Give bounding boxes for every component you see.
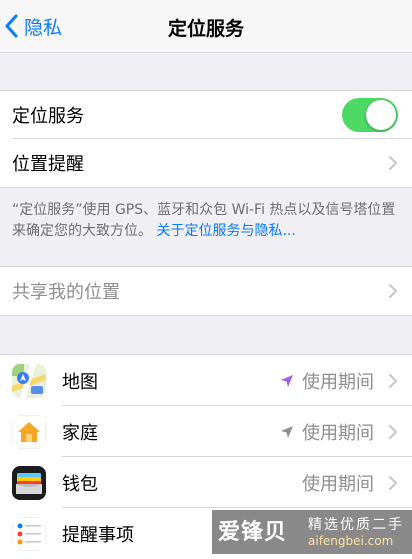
home-app-icon	[12, 414, 46, 449]
navigation-bar: 隐私 定位服务	[0, 0, 412, 53]
reminders-icon	[12, 516, 46, 551]
chevron-right-icon	[389, 373, 397, 388]
app-name: 地图	[62, 371, 98, 393]
share-location-group: 共享我的位置	[0, 266, 412, 316]
app-status: 使用期间	[280, 368, 374, 394]
location-arrow-icon	[281, 374, 293, 387]
watermark: 爱锋贝 精选优质二手 aifengbei.com	[212, 510, 412, 554]
watermark-slogan: 精选优质二手	[308, 517, 404, 533]
location-services-label: 定位服务	[12, 106, 84, 127]
location-alerts-row[interactable]: 位置提醒	[0, 139, 412, 187]
location-arrow-icon	[281, 425, 293, 438]
app-status: 使用期间	[302, 470, 374, 496]
maps-icon	[12, 363, 46, 398]
app-row-maps[interactable]: 地图 使用期间	[0, 355, 412, 406]
watermark-brand: 爱锋贝	[218, 520, 288, 545]
wallet-icon	[12, 465, 46, 500]
app-name: 提醒事项	[62, 524, 134, 546]
app-row-home[interactable]: 家庭 使用期间	[0, 406, 412, 457]
app-status: 使用期间	[280, 419, 374, 445]
status-text: 使用期间	[302, 371, 374, 393]
chevron-right-icon	[389, 424, 397, 439]
chevron-right-icon	[389, 475, 397, 490]
share-location-row[interactable]: 共享我的位置	[0, 267, 412, 315]
location-settings-group: 定位服务 位置提醒	[0, 90, 412, 188]
watermark-url: aifengbei.com	[308, 534, 394, 548]
page-title: 定位服务	[167, 18, 244, 40]
app-name: 钱包	[62, 473, 98, 495]
status-text: 使用期间	[302, 473, 374, 495]
location-alerts-label: 位置提醒	[12, 154, 84, 175]
location-description: “定位服务”使用 GPS、蓝牙和众包 Wi-Fi 热点以及信号塔位置来确定您的大…	[12, 200, 404, 242]
location-services-toggle[interactable]	[342, 98, 398, 132]
privacy-link[interactable]: 关于定位服务与隐私...	[156, 223, 295, 239]
location-services-row: 定位服务	[0, 91, 412, 139]
chevron-right-icon	[389, 284, 397, 298]
share-location-label: 共享我的位置	[12, 282, 120, 303]
app-row-wallet[interactable]: 钱包 使用期间	[0, 457, 412, 508]
chevron-right-icon	[389, 156, 397, 170]
app-name: 家庭	[62, 422, 98, 444]
status-text: 使用期间	[302, 422, 374, 444]
toggle-knob	[366, 100, 396, 130]
